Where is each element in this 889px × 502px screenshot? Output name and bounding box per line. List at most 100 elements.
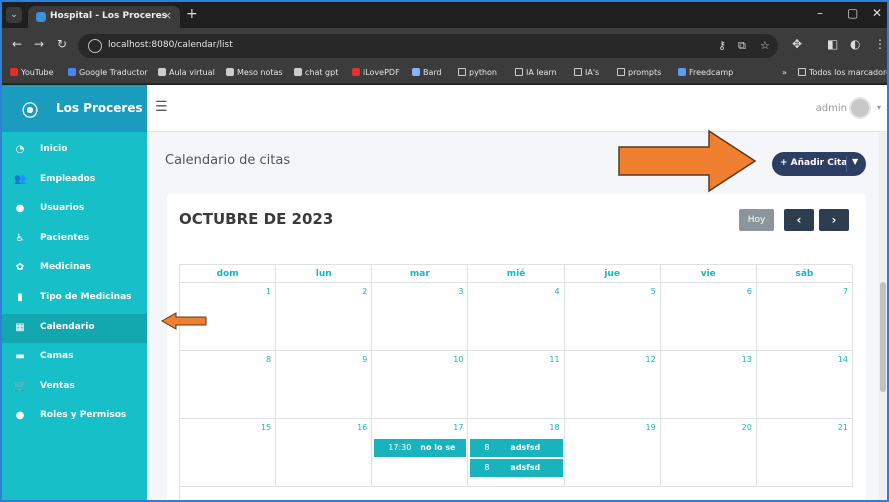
sidebar-item-usuarios[interactable]: ● Usuarios bbox=[2, 195, 147, 224]
day-number[interactable]: 17 bbox=[453, 423, 463, 432]
site-info-icon[interactable] bbox=[88, 39, 102, 53]
sidebar-item-inicio[interactable]: ◔ Inicio bbox=[2, 136, 147, 165]
bookmark-item[interactable]: chat gpt bbox=[294, 68, 338, 77]
day-number[interactable]: 7 bbox=[843, 287, 848, 296]
url-text[interactable]: localhost:8080/calendar/list bbox=[108, 40, 233, 50]
reload-icon[interactable]: ↻ bbox=[57, 37, 67, 51]
day-number[interactable]: 15 bbox=[261, 423, 271, 432]
bookmark-item[interactable]: Bard bbox=[412, 68, 442, 77]
tab-search-icon[interactable]: ⌄ bbox=[6, 7, 22, 23]
day-number[interactable]: 16 bbox=[357, 423, 367, 432]
sidebar-item-pacientes[interactable]: ♿ Pacientes bbox=[2, 225, 147, 254]
bookmark-item[interactable]: prompts bbox=[617, 68, 661, 77]
bookmark-item[interactable]: iLovePDF bbox=[352, 68, 400, 77]
calendar-event[interactable]: 8 adsfsd bbox=[470, 459, 563, 477]
bookmark-item[interactable]: Meso notas bbox=[226, 68, 283, 77]
chevron-down-icon[interactable]: ▼ bbox=[852, 157, 858, 166]
calendar-day-cell[interactable]: 2 bbox=[276, 283, 373, 351]
profile-icon[interactable]: ◐ bbox=[850, 37, 860, 51]
sidebar-item-tipo-de-medicinas[interactable]: ▮ Tipo de Medicinas bbox=[2, 284, 147, 313]
maximize-icon[interactable]: ▢ bbox=[847, 6, 858, 20]
sidebar-item-roles-y-permisos[interactable]: ● Roles y Permisos bbox=[2, 402, 147, 431]
back-icon[interactable]: ← bbox=[12, 37, 22, 51]
calendar-day-cell[interactable]: 3 bbox=[372, 283, 469, 351]
day-number[interactable]: 21 bbox=[838, 423, 848, 432]
calendar-day-cell[interactable]: 21 bbox=[756, 419, 853, 487]
brand-header[interactable]: ⦿ Los Proceres bbox=[2, 85, 147, 132]
calendar-event[interactable]: 8 adsfsd bbox=[470, 439, 563, 457]
tab-close-icon[interactable]: × bbox=[163, 9, 172, 22]
close-window-icon[interactable]: ✕ bbox=[872, 6, 882, 20]
page-scrollbar[interactable] bbox=[879, 132, 887, 500]
scrollbar-thumb[interactable] bbox=[880, 282, 886, 392]
bookmark-item[interactable]: Freedcamp bbox=[678, 68, 733, 77]
bookmark-item[interactable]: Aula virtual bbox=[158, 68, 215, 77]
calendar-day-cell[interactable]: 10 bbox=[372, 351, 469, 419]
calendar-day-cell[interactable]: 12 bbox=[564, 351, 661, 419]
user-dropdown-icon[interactable]: ▾ bbox=[877, 103, 881, 112]
extensions-icon[interactable]: ✥ bbox=[792, 37, 802, 51]
day-number[interactable]: 19 bbox=[646, 423, 656, 432]
day-number[interactable]: 13 bbox=[742, 355, 752, 364]
day-number[interactable]: 18 bbox=[549, 423, 559, 432]
day-number[interactable]: 6 bbox=[747, 287, 752, 296]
new-tab-icon[interactable]: + bbox=[186, 6, 198, 22]
sidebar-item-calendario[interactable]: ▦ Calendario bbox=[2, 313, 147, 343]
day-number[interactable]: 4 bbox=[554, 287, 559, 296]
day-number[interactable]: 11 bbox=[549, 355, 559, 364]
user-name[interactable]: admin bbox=[816, 103, 847, 114]
address-bar[interactable]: localhost:8080/calendar/list ⚷ ⧉ ☆ bbox=[78, 34, 778, 58]
minimize-icon[interactable]: – bbox=[817, 6, 823, 20]
bookmark-item[interactable]: Google Traductor bbox=[68, 68, 148, 77]
calendar-day-cell[interactable]: 19 bbox=[564, 419, 661, 487]
calendar-day-cell[interactable]: 9 bbox=[276, 351, 373, 419]
prev-month-button[interactable]: ‹ bbox=[784, 209, 814, 231]
day-number[interactable]: 14 bbox=[838, 355, 848, 364]
calendar-day-cell[interactable]: 5 bbox=[564, 283, 661, 351]
bookmarks-more[interactable]: » bbox=[782, 68, 787, 77]
sidebar-item-ventas[interactable]: 🛒 Ventas bbox=[2, 373, 147, 402]
sidebar-item-medicinas[interactable]: ✿ Medicinas bbox=[2, 254, 147, 283]
calendar-day-cell[interactable]: 6 bbox=[660, 283, 757, 351]
calendar-day-cell[interactable]: 7 bbox=[756, 283, 853, 351]
bookmark-item[interactable]: YouTube bbox=[10, 68, 54, 77]
forward-icon[interactable]: → bbox=[34, 37, 44, 51]
calendar-day-cell[interactable]: 4 bbox=[468, 283, 565, 351]
logo-icon: ⦿ bbox=[22, 101, 39, 120]
day-number[interactable]: 12 bbox=[646, 355, 656, 364]
browser-tab[interactable]: Hospital - Los Proceres × bbox=[28, 6, 180, 28]
calendar-day-cell[interactable]: 15 bbox=[180, 419, 277, 487]
install-app-icon[interactable]: ⧉ bbox=[738, 39, 746, 53]
day-number[interactable]: 10 bbox=[453, 355, 463, 364]
day-number[interactable]: 1 bbox=[266, 287, 271, 296]
day-number[interactable]: 5 bbox=[651, 287, 656, 296]
bottle-icon: ▮ bbox=[17, 292, 23, 303]
sidebar-item-empleados[interactable]: 👥 Empleados bbox=[2, 166, 147, 195]
calendar-day-cell[interactable]: 16 bbox=[276, 419, 373, 487]
day-number[interactable]: 9 bbox=[362, 355, 367, 364]
day-number[interactable]: 3 bbox=[458, 287, 463, 296]
today-button[interactable]: Hoy bbox=[739, 209, 774, 231]
side-panel-icon[interactable]: ◧ bbox=[827, 37, 838, 51]
bookmark-item[interactable]: IA's bbox=[574, 68, 599, 77]
hamburger-menu-icon[interactable]: ☰ bbox=[155, 99, 168, 115]
bookmark-star-icon[interactable]: ☆ bbox=[760, 39, 770, 52]
bookmark-item[interactable]: python bbox=[458, 68, 497, 77]
day-number[interactable]: 8 bbox=[266, 355, 271, 364]
bookmark-item[interactable]: IA learn bbox=[515, 68, 557, 77]
all-bookmarks[interactable]: Todos los marcadores bbox=[798, 68, 887, 77]
sidebar-item-camas[interactable]: ▬ Camas bbox=[2, 343, 147, 372]
avatar[interactable] bbox=[849, 97, 871, 119]
next-month-button[interactable]: › bbox=[819, 209, 849, 231]
day-number[interactable]: 2 bbox=[362, 287, 367, 296]
calendar-event[interactable]: 17:30 no lo se bbox=[374, 439, 467, 457]
menu-dots-icon[interactable]: ⋮ bbox=[874, 37, 886, 51]
calendar-day-cell[interactable]: 14 bbox=[756, 351, 853, 419]
day-number[interactable]: 20 bbox=[742, 423, 752, 432]
calendar-day-cell[interactable]: 13 bbox=[660, 351, 757, 419]
calendar-day-cell[interactable]: 8 bbox=[180, 351, 277, 419]
password-key-icon[interactable]: ⚷ bbox=[718, 39, 726, 52]
calendar-day-cell[interactable]: 20 bbox=[660, 419, 757, 487]
calendar-day-cell[interactable]: 11 bbox=[468, 351, 565, 419]
add-appointment-button[interactable]: + Añadir Cita ▼ bbox=[772, 152, 866, 176]
